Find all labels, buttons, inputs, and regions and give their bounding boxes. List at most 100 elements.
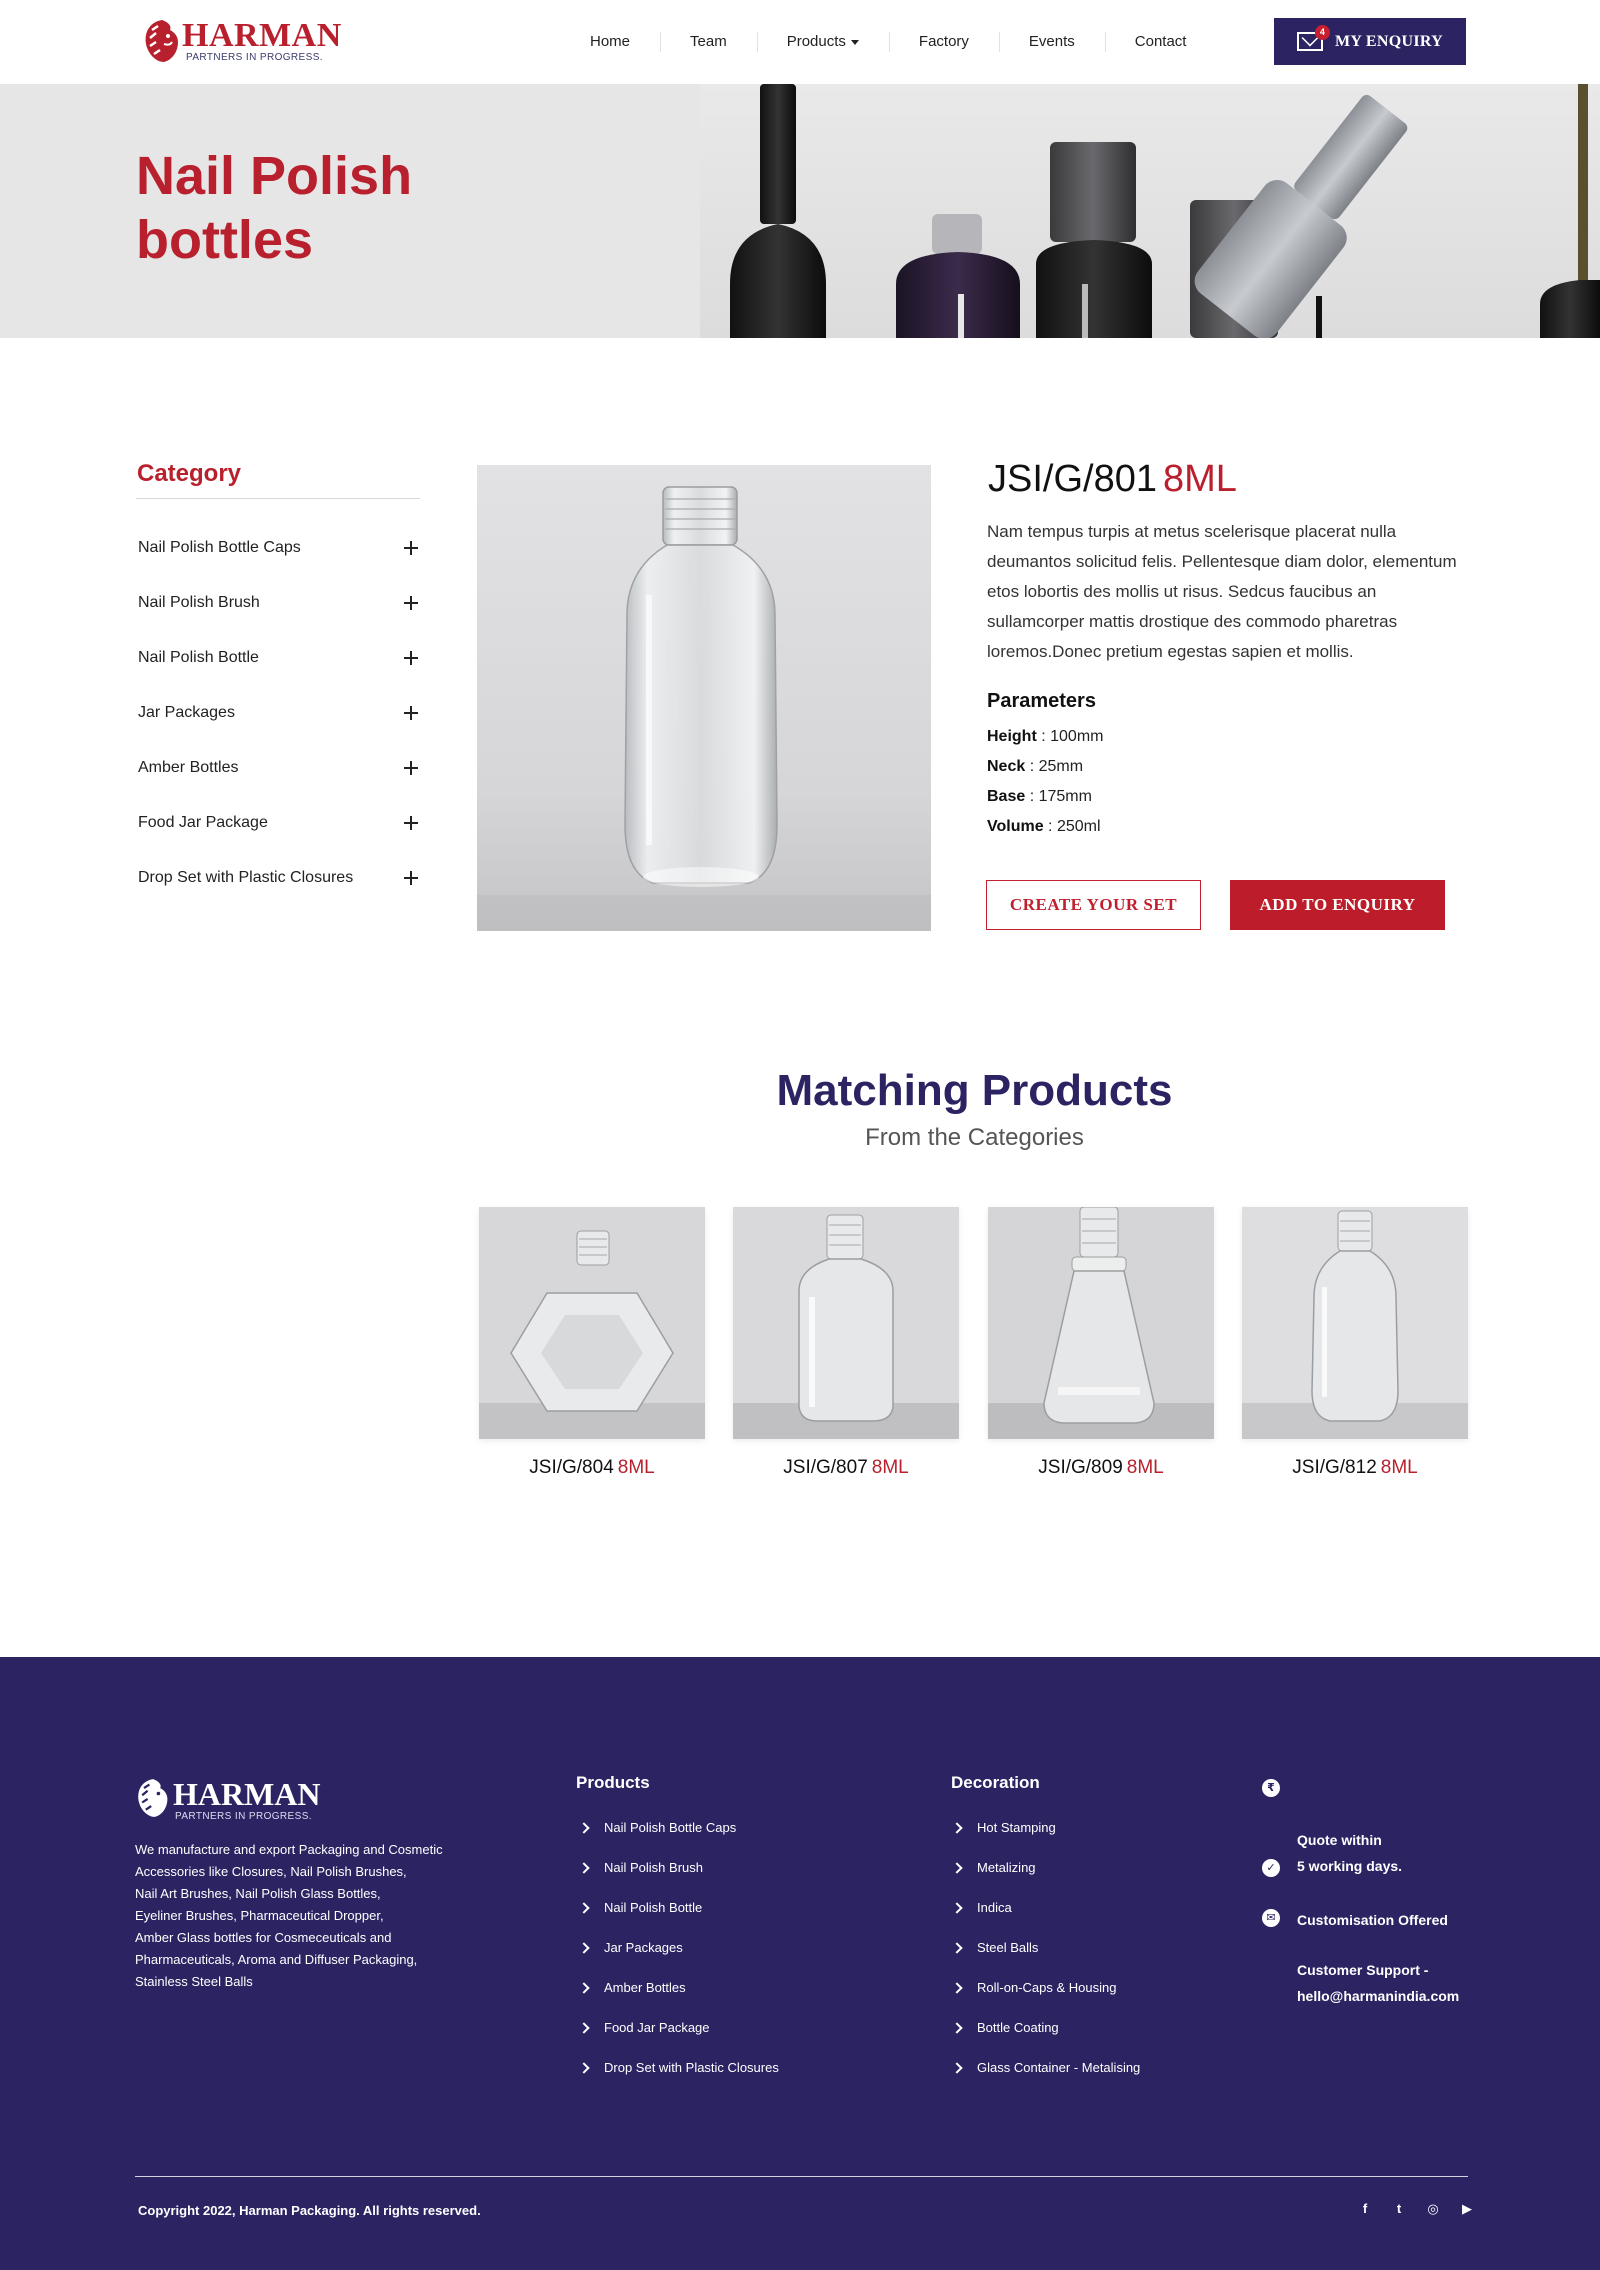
nav-contact-label: Contact <box>1134 33 1187 50</box>
footer-link[interactable]: Roll-on-Caps & Housing <box>951 1980 1140 2020</box>
nav-team[interactable]: Team <box>660 32 757 52</box>
footer-logo-tagline: PARTNERS IN PROGRESS. <box>175 1811 312 1822</box>
footer-link[interactable]: Bottle Coating <box>951 2020 1140 2060</box>
category-item-nail-polish-brush[interactable]: Nail Polish Brush <box>138 575 418 630</box>
parameters-heading: Parameters <box>987 690 1096 712</box>
product-card[interactable]: JSI/G/809 8ML <box>988 1207 1214 1479</box>
chevron-right-icon <box>578 1902 590 1914</box>
footer-link-label: Hot Stamping <box>977 1820 1056 1835</box>
plus-icon[interactable] <box>404 815 418 830</box>
product-card[interactable]: JSI/G/807 8ML <box>733 1207 959 1479</box>
footer-link-label: Bottle Coating <box>977 2020 1059 2035</box>
product-card-code: JSI/G/812 <box>1292 1457 1377 1478</box>
category-item-nail-polish-bottle-caps[interactable]: Nail Polish Bottle Caps <box>138 520 418 575</box>
plus-icon[interactable] <box>404 595 418 610</box>
nav-events[interactable]: Events <box>998 32 1105 52</box>
footer-link-label: Indica <box>977 1900 1012 1915</box>
plus-icon[interactable] <box>404 760 418 775</box>
facebook-icon[interactable]: f <box>1348 2201 1382 2217</box>
footer-decoration-list: Hot Stamping Metalizing Indica Steel Bal… <box>951 1820 1140 2100</box>
site-footer: HARMAN PARTNERS IN PROGRESS. We manufact… <box>0 1657 1600 2270</box>
category-item-nail-polish-bottle[interactable]: Nail Polish Bottle <box>138 630 418 685</box>
youtube-icon[interactable]: ▶ <box>1450 2201 1484 2217</box>
footer-link-label: Metalizing <box>977 1860 1036 1875</box>
footer-link[interactable]: Glass Container - Metalising <box>951 2060 1140 2100</box>
product-photo[interactable] <box>477 465 931 931</box>
param-value: 100mm <box>1050 728 1104 745</box>
plus-icon[interactable] <box>404 650 418 665</box>
footer-link[interactable]: Steel Balls <box>951 1940 1140 1980</box>
product-card[interactable]: JSI/G/804 8ML <box>479 1207 705 1479</box>
nav-products[interactable]: Products <box>756 32 889 52</box>
category-item-food-jar-package[interactable]: Food Jar Package <box>138 795 418 850</box>
footer-link[interactable]: Food Jar Package <box>578 2020 779 2060</box>
category-item-label: Amber Bottles <box>138 758 239 776</box>
nav-home[interactable]: Home <box>560 32 660 52</box>
plus-icon[interactable] <box>404 540 418 555</box>
add-to-enquiry-button[interactable]: ADD TO ENQUIRY <box>1230 880 1445 930</box>
category-item-label: Nail Polish Brush <box>138 593 260 611</box>
footer-link[interactable]: Drop Set with Plastic Closures <box>578 2060 779 2100</box>
twitter-icon[interactable]: t <box>1382 2201 1416 2217</box>
footer-link[interactable]: Nail Polish Bottle <box>578 1900 779 1940</box>
rupee-icon: ₹ <box>1262 1779 1280 1797</box>
my-enquiry-button[interactable]: 4 MY ENQUIRY <box>1274 18 1466 65</box>
footer-link[interactable]: Amber Bottles <box>578 1980 779 2020</box>
param-label: Neck <box>987 758 1026 775</box>
footer-info-support[interactable]: ✉ Customer Support - hello@harmanindia.c… <box>1262 1905 1459 2035</box>
category-list: Nail Polish Bottle Caps Nail Polish Brus… <box>138 520 418 905</box>
lion-logo-icon <box>145 20 178 62</box>
footer-link[interactable]: Nail Polish Brush <box>578 1860 779 1900</box>
create-your-set-button[interactable]: CREATE YOUR SET <box>986 880 1201 930</box>
footer-link[interactable]: Metalizing <box>951 1860 1140 1900</box>
logo-wordmark: HARMAN <box>182 17 342 54</box>
harman-logo[interactable]: HARMAN PARTNERS IN PROGRESS. <box>142 16 342 66</box>
product-card-image <box>479 1207 705 1439</box>
instagram-icon[interactable]: ◎ <box>1416 2201 1450 2217</box>
nav-contact[interactable]: Contact <box>1104 32 1217 52</box>
plus-icon[interactable] <box>404 870 418 885</box>
product-card-caption: JSI/G/809 8ML <box>988 1457 1214 1479</box>
chevron-right-icon <box>951 1982 963 1994</box>
chevron-right-icon <box>951 2062 963 2074</box>
caret-down-icon <box>850 39 859 45</box>
footer-products-heading: Products <box>576 1773 650 1792</box>
chevron-right-icon <box>578 1942 590 1954</box>
chat-icon: ✉ <box>1262 1909 1280 1927</box>
product-size: 8ML <box>1162 458 1237 500</box>
nav-factory[interactable]: Factory <box>888 32 999 52</box>
matching-products-subtitle: From the Categories <box>865 1124 1084 1151</box>
param-volume: Volume : 250ml <box>987 818 1101 835</box>
footer-link-label: Food Jar Package <box>604 2020 710 2035</box>
chevron-right-icon <box>951 1942 963 1954</box>
footer-link-label: Drop Set with Plastic Closures <box>604 2060 779 2075</box>
footer-link[interactable]: Nail Polish Bottle Caps <box>578 1820 779 1860</box>
footer-link[interactable]: Jar Packages <box>578 1940 779 1980</box>
param-label: Base <box>987 788 1026 805</box>
social-links: f t ◎ ▶ <box>1348 2201 1484 2217</box>
product-card-image <box>988 1207 1214 1439</box>
nav-home-label: Home <box>590 33 631 50</box>
chevron-right-icon <box>578 1862 590 1874</box>
product-card[interactable]: JSI/G/812 8ML <box>1242 1207 1468 1479</box>
chevron-right-icon <box>951 2022 963 2034</box>
param-height: Height : 100mm <box>987 728 1104 745</box>
category-item-drop-set[interactable]: Drop Set with Plastic Closures <box>138 850 418 905</box>
category-item-amber-bottles[interactable]: Amber Bottles <box>138 740 418 795</box>
footer-link[interactable]: Indica <box>951 1900 1140 1940</box>
footer-link[interactable]: Hot Stamping <box>951 1820 1140 1860</box>
product-card-code: JSI/G/804 <box>529 1457 614 1478</box>
product-card-code: JSI/G/807 <box>783 1457 868 1478</box>
footer-link-label: Roll-on-Caps & Housing <box>977 1980 1117 1995</box>
footer-link-label: Jar Packages <box>604 1940 683 1955</box>
category-item-jar-packages[interactable]: Jar Packages <box>138 685 418 740</box>
footer-logo[interactable]: HARMAN PARTNERS IN PROGRESS. <box>135 1777 335 1823</box>
product-title: JSI/G/801 8ML <box>988 458 1237 501</box>
footer-decoration-heading: Decoration <box>951 1773 1040 1792</box>
footer-divider <box>135 2176 1468 2177</box>
footer-about-text: We manufacture and export Packaging and … <box>135 1842 443 1989</box>
glass-bottle-image <box>477 465 931 931</box>
site-header: HARMAN PARTNERS IN PROGRESS. Home Team P… <box>0 0 1600 84</box>
plus-icon[interactable] <box>404 705 418 720</box>
nav-team-label: Team <box>690 33 727 50</box>
